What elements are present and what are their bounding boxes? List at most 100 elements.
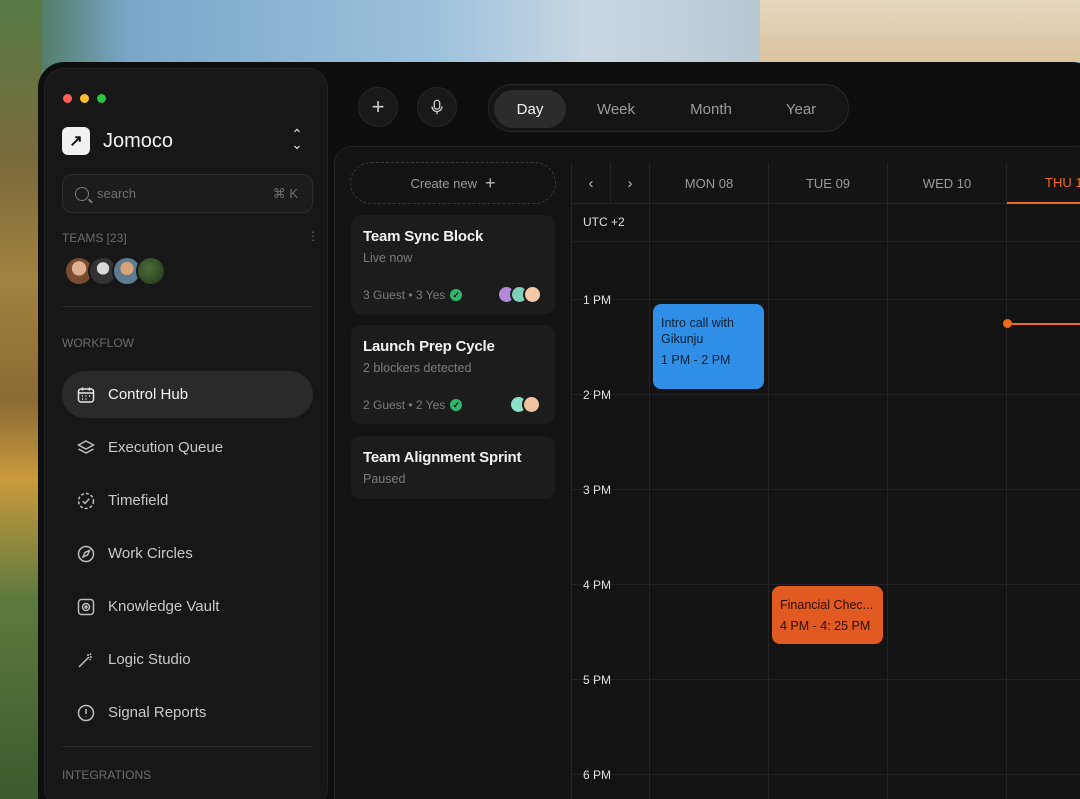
grid-line: [572, 679, 1080, 680]
event-intro-call[interactable]: Intro call with Gikunju 1 PM - 2 PM: [653, 304, 764, 389]
nav-item-label: Control Hub: [108, 386, 189, 403]
teams-label: TEAMS [23]: [62, 231, 127, 245]
event-time: 1 PM - 2 PM: [661, 353, 731, 367]
create-new-button[interactable]: Create new +: [350, 162, 556, 204]
card-meta: 3 Guest • 3 Yes ✓: [363, 288, 463, 302]
avatar[interactable]: [136, 256, 166, 286]
grid-line: [887, 204, 888, 799]
sidebar: ↗ Jomoco ⌃ ⌄ search ⌘ K TEAMS [23] ⋮ WORK…: [44, 68, 328, 799]
prev-button[interactable]: ‹: [572, 163, 611, 204]
time-label: 4 PM: [583, 578, 612, 592]
plus-icon: +: [371, 94, 385, 119]
integrations-label: INTEGRATIONS: [62, 768, 152, 782]
event-title: Intro call with Gikunju: [661, 316, 734, 346]
window-controls: [63, 94, 106, 103]
nav-item-timefield[interactable]: Timefield: [62, 477, 313, 524]
event-card[interactable]: Team Alignment Sprint Paused: [351, 436, 555, 499]
nav-item-logic-studio[interactable]: Logic Studio: [62, 636, 313, 683]
nav-item-label: Knowledge Vault: [108, 598, 220, 615]
check-icon: ✓: [450, 399, 463, 411]
event-time: 4 PM - 4: 25 PM: [780, 619, 871, 633]
background-building: [760, 0, 1080, 62]
brand-name: Jomoco: [103, 129, 174, 152]
more-options-icon[interactable]: ⋮: [307, 229, 319, 243]
tab-year[interactable]: Year: [764, 90, 838, 128]
alert-icon: [77, 704, 95, 721]
grid-line: [572, 584, 1080, 585]
grid-line: [572, 394, 1080, 395]
check-circle-icon: [77, 492, 95, 509]
compass-icon: [77, 545, 95, 562]
guest-count: 2 Guest • 2 Yes: [363, 398, 446, 412]
grid-line: [649, 204, 650, 799]
close-window-button[interactable]: [63, 94, 72, 103]
plus-icon: +: [484, 172, 496, 193]
add-button[interactable]: +: [358, 87, 398, 127]
next-button[interactable]: ›: [611, 163, 650, 204]
search-icon: [75, 186, 89, 201]
layers-icon: [76, 439, 96, 454]
event-financial-check[interactable]: Financial Chec... 4 PM - 4: 25 PM: [772, 586, 883, 644]
day-header-tue[interactable]: TUE 09: [769, 163, 888, 204]
day-header-wed[interactable]: WED 10: [888, 163, 1007, 204]
nav-item-label: Logic Studio: [108, 651, 191, 668]
search-shortcut: ⌘ K: [272, 185, 298, 201]
event-card[interactable]: Launch Prep Cycle 2 blockers detected 2 …: [351, 325, 555, 424]
search-input[interactable]: search ⌘ K: [62, 174, 313, 213]
nav-item-label: Timefield: [108, 492, 169, 509]
nav-item-execution-queue[interactable]: Execution Queue: [62, 424, 313, 471]
time-label: 3 PM: [583, 483, 612, 497]
guest-avatars[interactable]: [497, 285, 542, 304]
nav-item-control-hub[interactable]: Control Hub: [62, 371, 313, 418]
avatar: [523, 285, 542, 304]
grid-line: [572, 299, 1080, 300]
minimize-window-button[interactable]: [80, 94, 89, 103]
calendar-icon: [77, 387, 95, 403]
avatar: [522, 395, 541, 414]
tab-day[interactable]: Day: [494, 90, 566, 128]
card-status: 2 blockers detected: [363, 361, 472, 375]
card-status: Live now: [363, 251, 413, 265]
event-card[interactable]: Team Sync Block Live now 3 Guest • 3 Yes…: [351, 215, 555, 314]
grid-line: [572, 241, 1080, 242]
time-label: 5 PM: [583, 673, 612, 687]
view-switcher: Day Week Month Year: [488, 84, 849, 132]
chevron-up-down-icon[interactable]: ⌃ ⌄: [290, 127, 304, 151]
time-label: 6 PM: [583, 768, 612, 782]
workspace-switcher[interactable]: ↗ Jomoco: [62, 127, 173, 155]
create-new-label: Create new: [410, 175, 477, 191]
day-calendar: ‹ › MON 08 TUE 09 WED 10 THU 1 UTC +2 1 …: [571, 163, 1080, 799]
current-time-line: [1010, 323, 1080, 325]
day-header-thu[interactable]: THU 1: [1007, 163, 1080, 204]
card-title: Team Alignment Sprint: [363, 449, 522, 466]
nav-item-signal-reports[interactable]: Signal Reports: [62, 689, 313, 736]
workflow-label: WORKFLOW: [62, 336, 134, 350]
maximize-window-button[interactable]: [97, 94, 106, 103]
nav-item-label: Signal Reports: [108, 704, 207, 721]
check-icon: ✓: [450, 289, 463, 301]
grid-line: [1006, 204, 1007, 799]
tab-month[interactable]: Month: [664, 90, 758, 128]
nav-item-label: Execution Queue: [108, 439, 224, 456]
day-header-mon[interactable]: MON 08: [650, 163, 769, 204]
grid-line: [572, 489, 1080, 490]
team-avatars[interactable]: [64, 256, 166, 286]
tab-week[interactable]: Week: [575, 90, 657, 128]
nav-item-label: Work Circles: [108, 545, 193, 562]
vault-icon: [77, 598, 95, 615]
grid-line: [572, 774, 1080, 775]
guest-count: 3 Guest • 3 Yes: [363, 288, 446, 302]
divider: [62, 746, 313, 747]
nav-item-knowledge-vault[interactable]: Knowledge Vault: [62, 583, 313, 630]
card-status: Paused: [363, 472, 406, 486]
guest-avatars[interactable]: [509, 395, 541, 414]
microphone-icon: [431, 99, 443, 115]
brand-logo-icon: ↗: [62, 127, 90, 155]
voice-button[interactable]: [417, 87, 457, 127]
card-meta: 2 Guest • 2 Yes ✓: [363, 398, 463, 412]
divider: [62, 306, 313, 307]
nav-item-work-circles[interactable]: Work Circles: [62, 530, 313, 577]
event-title: Financial Chec...: [780, 598, 874, 612]
timezone-label: UTC +2: [583, 215, 625, 229]
grid-line: [768, 204, 769, 799]
